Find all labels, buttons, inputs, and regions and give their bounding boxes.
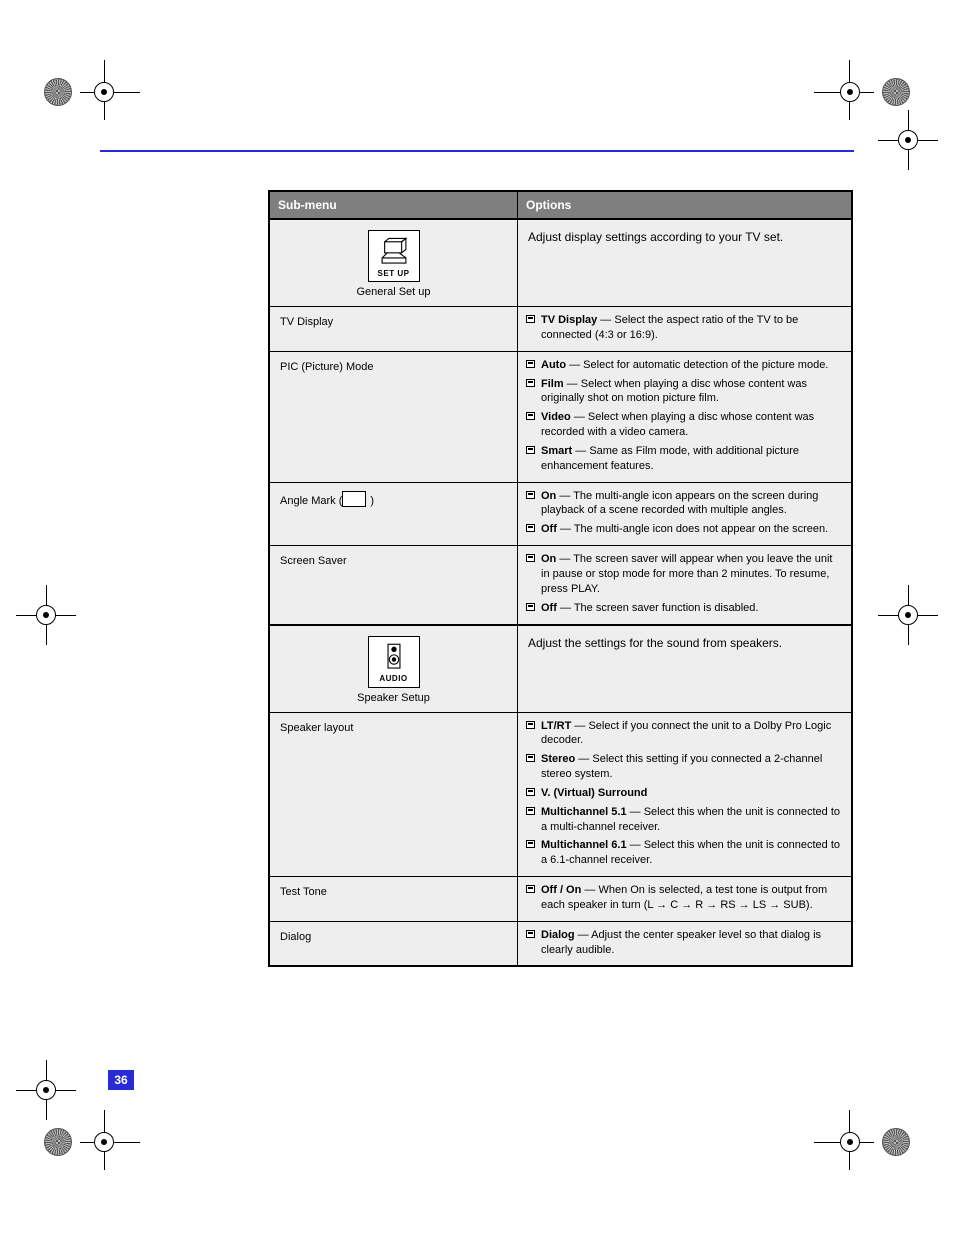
section-setup: SET UP General Set up Adjust display set… [270, 220, 851, 307]
option-text: Video — Select when playing a disc whose… [541, 410, 843, 440]
option-text: Off / On — When On is selected, a test t… [541, 883, 843, 913]
option-box-icon [526, 524, 535, 532]
option-box-icon [526, 788, 535, 796]
option-box-icon [526, 807, 535, 815]
row-test-tone: Test Tone Off / On — When On is selected… [270, 877, 851, 922]
option-text: Multichannel 6.1 — Select this when the … [541, 838, 843, 868]
option-box-icon [526, 315, 535, 323]
reg-hatch-tl [44, 78, 72, 106]
option-text: V. (Virtual) Surround [541, 786, 843, 801]
option-text: Film — Select when playing a disc whose … [541, 377, 843, 407]
reg-hatch-bl [44, 1128, 72, 1156]
row-pic-mode: PIC (Picture) Mode Auto — Select for aut… [270, 352, 851, 483]
page-number: 36 [108, 1070, 134, 1090]
option-text: Smart — Same as Film mode, with addition… [541, 444, 843, 474]
table-header-row: Sub-menu Options [270, 192, 851, 220]
option-text: Multichannel 5.1 — Select this when the … [541, 805, 843, 835]
option-text: TV Display — Select the aspect ratio of … [541, 313, 843, 343]
option-box-icon [526, 930, 535, 938]
option-box-icon [526, 446, 535, 454]
option-box-icon [526, 721, 535, 729]
option-box-icon [526, 360, 535, 368]
row-tv-display: TV Display TV Display — Select the aspec… [270, 307, 851, 352]
section-audio-title: Speaker Setup [357, 692, 430, 704]
audio-icon: AUDIO [368, 636, 420, 688]
cropmark-bl2 [16, 1060, 76, 1120]
section-setup-title: General Set up [357, 286, 431, 298]
cropmark-mr [878, 585, 938, 645]
cropmark-tr [814, 60, 874, 120]
row-dialog-left: Dialog [270, 922, 518, 966]
page-header-rule [100, 150, 854, 152]
table-header-submenu: Sub-menu [270, 192, 518, 218]
cropmark-ml [16, 585, 76, 645]
option-text: LT/RT — Select if you connect the unit t… [541, 719, 843, 749]
option-box-icon [526, 554, 535, 562]
section-audio-left: AUDIO Speaker Setup [270, 626, 518, 712]
option-text: Dialog — Adjust the center speaker level… [541, 928, 843, 958]
row-angle-mark: Angle Mark () On — The multi-angle icon … [270, 483, 851, 547]
option-box-icon [526, 840, 535, 848]
row-angle-mark-left: Angle Mark () [270, 483, 518, 546]
option-box-icon [526, 885, 535, 893]
option-box-icon [526, 754, 535, 762]
section-setup-left: SET UP General Set up [270, 220, 518, 306]
row-speaker-layout: Speaker layout LT/RT — Select if you con… [270, 713, 851, 878]
row-tv-display-left: TV Display [270, 307, 518, 351]
row-screen-saver-left: Screen Saver [270, 546, 518, 623]
cropmark-tr2 [878, 110, 938, 170]
option-text: On — The multi-angle icon appears on the… [541, 489, 843, 519]
option-box-icon [526, 491, 535, 499]
section-audio-desc: Adjust the settings for the sound from s… [518, 626, 851, 712]
option-box-icon [526, 603, 535, 611]
option-box-icon [526, 379, 535, 387]
row-screen-saver: Screen Saver On — The screen saver will … [270, 546, 851, 625]
option-text: Off — The multi-angle icon does not appe… [541, 522, 843, 537]
option-text: On — The screen saver will appear when y… [541, 552, 843, 597]
option-text: Auto — Select for automatic detection of… [541, 358, 843, 373]
row-dialog: Dialog Dialog — Adjust the center speake… [270, 922, 851, 966]
section-audio: AUDIO Speaker Setup Adjust the settings … [270, 626, 851, 713]
option-text: Off — The screen saver function is disab… [541, 601, 843, 616]
row-test-tone-left: Test Tone [270, 877, 518, 921]
settings-table: Sub-menu Options SET UP General Set up A… [268, 190, 853, 967]
setup-icon: SET UP [368, 230, 420, 282]
cropmark-br [814, 1110, 874, 1170]
table-header-options: Options [518, 192, 851, 218]
reg-hatch-br [882, 1128, 910, 1156]
reg-hatch-tr [882, 78, 910, 106]
option-box-icon [526, 412, 535, 420]
row-speaker-layout-left: Speaker layout [270, 713, 518, 877]
angle-screen-icon [342, 491, 366, 507]
cropmark-bl [80, 1110, 140, 1170]
row-pic-mode-left: PIC (Picture) Mode [270, 352, 518, 482]
section-setup-desc: Adjust display settings according to you… [518, 220, 851, 306]
option-text: Stereo — Select this setting if you conn… [541, 752, 843, 782]
